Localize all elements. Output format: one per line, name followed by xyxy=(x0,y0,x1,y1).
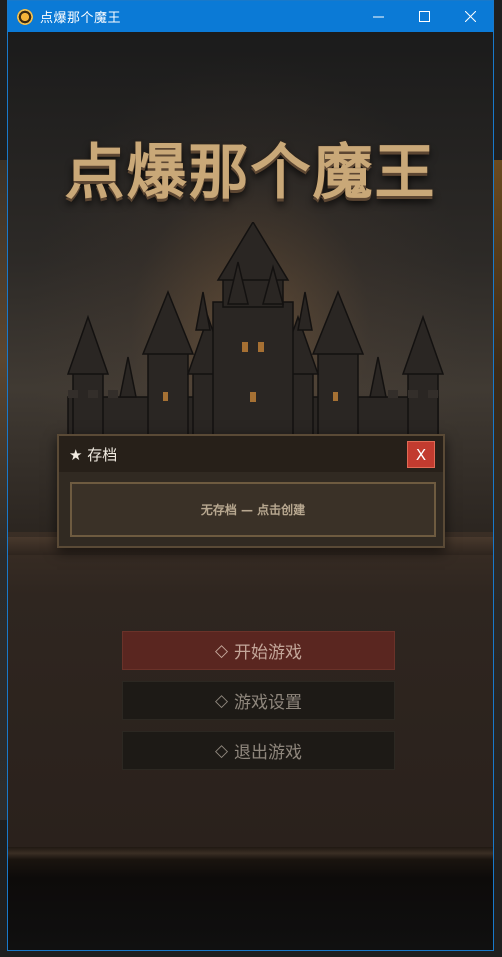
diamond-icon: ◇ xyxy=(214,690,229,711)
save-dialog-title: ★ 存档 xyxy=(69,445,118,464)
window-title: 点爆那个魔王 xyxy=(40,11,122,26)
title-bar[interactable]: 点爆那个魔王 xyxy=(8,1,493,32)
close-window-button[interactable] xyxy=(447,1,493,32)
maximize-button[interactable] xyxy=(401,1,447,32)
save-dialog-header: ★ 存档 X xyxy=(59,436,443,472)
game-window: 点爆那个魔王 点爆那个魔王 ★ 存档 X 无存档 — 点击创建 ◇ 开始游戏 ◇… xyxy=(7,0,494,951)
start-game-label: 开始游戏 xyxy=(234,643,303,663)
exit-game-label: 退出游戏 xyxy=(234,743,303,763)
save-dialog-close-button[interactable]: X xyxy=(407,441,435,468)
minimize-button[interactable] xyxy=(355,1,401,32)
background-window-right xyxy=(494,160,502,860)
maximize-icon xyxy=(418,11,430,22)
close-icon xyxy=(464,11,476,22)
bottom-band xyxy=(8,847,493,950)
game-logo: 点爆那个魔王 xyxy=(64,138,437,208)
exit-game-button[interactable]: ◇ 退出游戏 xyxy=(122,731,395,770)
game-settings-button[interactable]: ◇ 游戏设置 xyxy=(122,681,395,720)
window-controls xyxy=(355,1,493,32)
diamond-icon: ◇ xyxy=(214,740,229,761)
minimize-icon xyxy=(372,16,384,18)
save-dialog: ★ 存档 X 无存档 — 点击创建 xyxy=(57,434,445,548)
diamond-icon: ◇ xyxy=(214,640,229,661)
game-settings-label: 游戏设置 xyxy=(234,693,303,713)
empty-save-slot[interactable]: 无存档 — 点击创建 xyxy=(70,482,436,537)
app-icon xyxy=(17,8,33,25)
background-window-left xyxy=(0,160,7,820)
start-game-button[interactable]: ◇ 开始游戏 xyxy=(122,631,395,670)
game-canvas: 点爆那个魔王 ★ 存档 X 无存档 — 点击创建 ◇ 开始游戏 ◇ 游戏设置 ◇… xyxy=(8,32,493,950)
